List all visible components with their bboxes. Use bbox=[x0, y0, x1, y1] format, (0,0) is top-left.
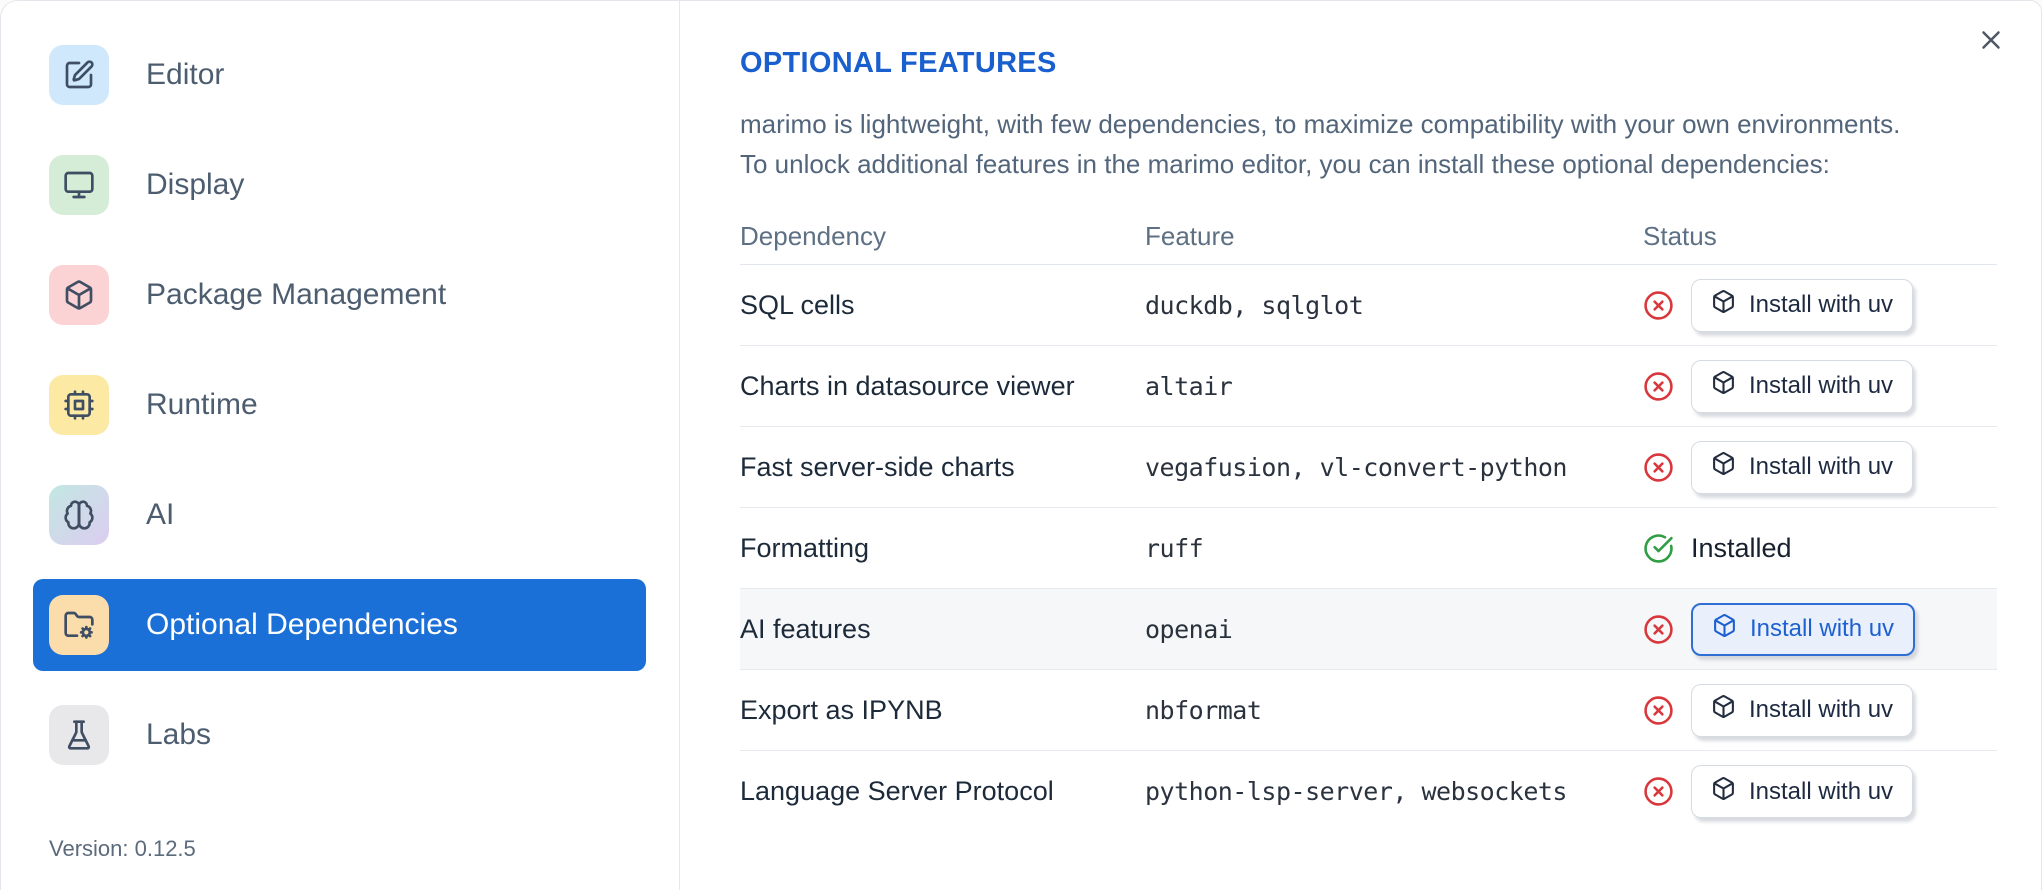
settings-dialog: Editor Display Package Management Runtime AI… bbox=[0, 0, 2042, 890]
description-line: To unlock additional features in the mar… bbox=[740, 149, 1830, 179]
feature-cell: nbformat bbox=[1145, 695, 1262, 725]
sidebar-item-label: Display bbox=[146, 168, 245, 201]
box-icon bbox=[1711, 776, 1736, 808]
dependency-cell: Charts in datasource viewer bbox=[740, 370, 1075, 401]
install-with-uv-button[interactable]: Install with uv bbox=[1691, 278, 1914, 332]
dependency-cell: AI features bbox=[740, 613, 871, 644]
sidebar-item-label: Labs bbox=[146, 718, 212, 751]
status-cell: Install with uv bbox=[1643, 278, 1997, 332]
feature-cell: ruff bbox=[1145, 533, 1204, 563]
dependency-cell: Formatting bbox=[740, 532, 870, 563]
sidebar-item-label: AI bbox=[146, 498, 175, 531]
dependency-cell: Language Server Protocol bbox=[740, 776, 1054, 806]
sidebar-item-display[interactable]: Display bbox=[33, 139, 646, 231]
sidebar-item-label: Runtime bbox=[146, 388, 258, 421]
install-with-uv-button[interactable]: Install with uv bbox=[1691, 440, 1914, 494]
close-icon bbox=[1976, 31, 2006, 58]
sidebar-item-label: Optional Dependencies bbox=[146, 608, 458, 641]
column-header-feature: Feature bbox=[1145, 221, 1235, 251]
table-row: Formatting ruff Installed bbox=[740, 508, 1997, 589]
feature-cell: altair bbox=[1145, 371, 1233, 401]
feature-cell: vegafusion, vl-convert-python bbox=[1145, 452, 1568, 482]
close-button[interactable] bbox=[1975, 25, 2007, 57]
sidebar-item-label: Package Management bbox=[146, 278, 447, 311]
square-pen-icon bbox=[49, 45, 109, 105]
package-icon bbox=[49, 265, 109, 325]
folder-cog-icon bbox=[49, 595, 109, 655]
install-button-label: Install with uv bbox=[1749, 453, 1894, 480]
panel-description: marimo is lightweight, with few dependen… bbox=[740, 104, 2041, 184]
install-with-uv-button[interactable]: Install with uv bbox=[1691, 602, 1916, 656]
table-row: Fast server-side charts vegafusion, vl-co… bbox=[740, 427, 1997, 508]
installed-status: Installed bbox=[1691, 532, 1792, 563]
feature-cell: openai bbox=[1145, 614, 1233, 644]
not-installed-icon bbox=[1643, 371, 1674, 402]
dependencies-table: Dependency Feature Status SQL cells duckd… bbox=[740, 209, 1997, 832]
sidebar-item-ai[interactable]: AI bbox=[33, 469, 646, 561]
not-installed-icon bbox=[1643, 452, 1674, 483]
not-installed-icon bbox=[1643, 776, 1674, 807]
table-row: Language Server Protocol python-lsp-serve… bbox=[740, 751, 1997, 832]
optional-features-panel: OPTIONAL FEATURES marimo is lightweight,… bbox=[680, 1, 2041, 890]
install-with-uv-button[interactable]: Install with uv bbox=[1691, 359, 1914, 413]
status-cell: Install with uv bbox=[1643, 359, 1997, 413]
dependency-cell: Export as IPYNB bbox=[740, 694, 943, 725]
description-line: marimo is lightweight, with few dependen… bbox=[740, 109, 1901, 139]
status-cell: Installed bbox=[1643, 533, 1997, 564]
not-installed-icon bbox=[1643, 290, 1674, 321]
flask-icon bbox=[49, 705, 109, 765]
settings-sidebar: Editor Display Package Management Runtime AI… bbox=[1, 1, 680, 890]
not-installed-icon bbox=[1643, 614, 1674, 645]
sidebar-nav: Editor Display Package Management Runtime AI… bbox=[1, 1, 679, 781]
table-row: Export as IPYNB nbformat Install with uv bbox=[740, 670, 1997, 751]
brain-icon bbox=[49, 485, 109, 545]
sidebar-item-label: Editor bbox=[146, 58, 225, 91]
column-header-dependency: Dependency bbox=[740, 221, 886, 251]
table-row: AI features openai Install with uv bbox=[740, 589, 1997, 670]
status-cell: Install with uv bbox=[1643, 765, 1997, 818]
status-cell: Install with uv bbox=[1643, 440, 1997, 494]
status-cell: Install with uv bbox=[1643, 683, 1997, 737]
install-button-label: Install with uv bbox=[1750, 615, 1895, 642]
not-installed-icon bbox=[1643, 695, 1674, 726]
table-body: SQL cells duckdb, sqlglot Install with uv C… bbox=[740, 265, 1997, 832]
install-with-uv-button[interactable]: Install with uv bbox=[1691, 765, 1914, 818]
install-button-label: Install with uv bbox=[1749, 291, 1894, 318]
dependency-cell: Fast server-side charts bbox=[740, 451, 1015, 482]
table-row: SQL cells duckdb, sqlglot Install with uv bbox=[740, 265, 1997, 346]
version-label: Version: 0.12.5 bbox=[49, 836, 196, 861]
sidebar-item-package-management[interactable]: Package Management bbox=[33, 249, 646, 341]
sidebar-item-runtime[interactable]: Runtime bbox=[33, 359, 646, 451]
dependency-cell: SQL cells bbox=[740, 289, 855, 320]
box-icon bbox=[1711, 694, 1736, 726]
install-with-uv-button[interactable]: Install with uv bbox=[1691, 683, 1914, 737]
box-icon bbox=[1711, 451, 1736, 483]
monitor-icon bbox=[49, 155, 109, 215]
install-button-label: Install with uv bbox=[1749, 372, 1894, 399]
box-icon bbox=[1712, 613, 1737, 645]
install-button-label: Install with uv bbox=[1749, 696, 1894, 723]
cpu-icon bbox=[49, 375, 109, 435]
sidebar-item-editor[interactable]: Editor bbox=[33, 29, 646, 121]
sidebar-item-optional-dependencies[interactable]: Optional Dependencies bbox=[33, 579, 646, 671]
box-icon bbox=[1711, 370, 1736, 402]
installed-icon bbox=[1643, 533, 1674, 564]
page-title: OPTIONAL FEATURES bbox=[740, 47, 1057, 79]
feature-cell: duckdb, sqlglot bbox=[1145, 290, 1364, 320]
column-header-status: Status bbox=[1643, 221, 1717, 251]
status-cell: Install with uv bbox=[1643, 602, 1997, 656]
feature-cell: python-lsp-server, websockets bbox=[1145, 777, 1568, 806]
sidebar-item-labs[interactable]: Labs bbox=[33, 689, 646, 781]
table-header-row: Dependency Feature Status bbox=[740, 209, 1997, 265]
table-row: Charts in datasource viewer altair Install… bbox=[740, 346, 1997, 427]
install-button-label: Install with uv bbox=[1749, 777, 1894, 805]
box-icon bbox=[1711, 289, 1736, 321]
